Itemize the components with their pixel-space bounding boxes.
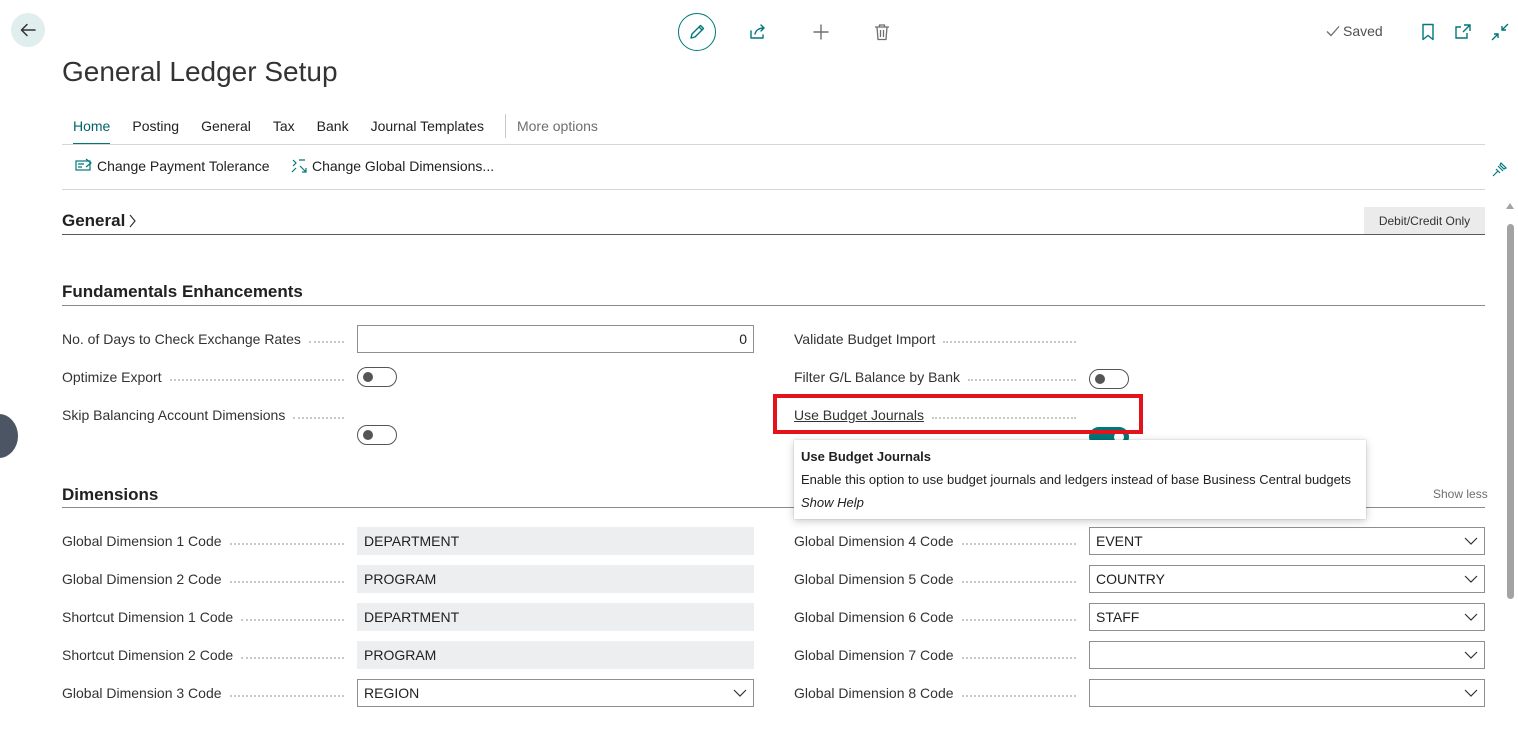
collapse-button[interactable] (1488, 20, 1512, 44)
page-title: General Ledger Setup (62, 56, 338, 87)
field-label: Optimize Export (62, 368, 350, 386)
global-dimension-3-select[interactable]: REGION (357, 679, 754, 707)
field-label: Global Dimension 7 Code (794, 646, 1082, 664)
tabs-divider (62, 144, 1485, 145)
global-dimension-6-select[interactable]: STAFF (1089, 603, 1485, 631)
open-new-window-button[interactable] (1451, 20, 1475, 44)
change-payment-tolerance-label: Change Payment Tolerance (97, 158, 270, 174)
field-label: Global Dimension 2 Code (62, 570, 350, 588)
tab-tax[interactable]: Tax (262, 116, 306, 142)
change-global-dimensions-label: Change Global Dimensions... (312, 158, 495, 174)
highlight-box (773, 394, 1143, 434)
field-label: No. of Days to Check Exchange Rates (62, 330, 350, 348)
pencil-icon (688, 23, 706, 41)
global-dimension-2-field: PROGRAM (357, 565, 754, 593)
open-in-new-window-icon (1454, 23, 1472, 41)
change-payment-tolerance-action[interactable]: Change Payment Tolerance (75, 158, 270, 174)
fundamentals-section-title: Fundamentals Enhancements (62, 282, 303, 301)
shortcut-dimension-1-field: DEPARTMENT (357, 603, 754, 631)
side-panel-handle[interactable] (0, 414, 18, 458)
tab-journal-templates[interactable]: Journal Templates (360, 116, 495, 142)
checkmark-icon (1326, 25, 1340, 37)
general-section-header[interactable]: General (62, 211, 137, 231)
global-dimension-5-select[interactable]: COUNTRY (1089, 565, 1485, 593)
global-dimension-1-field: DEPARTMENT (357, 527, 754, 555)
payment-tolerance-icon (75, 158, 93, 174)
field-label: Filter G/L Balance by Bank (794, 368, 1082, 386)
validate-budget-import-toggle[interactable] (1089, 369, 1129, 389)
chevron-down-icon (1464, 651, 1478, 659)
show-less-link[interactable]: Show less (1433, 487, 1488, 501)
change-global-dimensions-action[interactable]: Change Global Dimensions... (290, 158, 494, 174)
field-label: Global Dimension 5 Code (794, 570, 1082, 588)
field-label: Validate Budget Import (794, 330, 1082, 348)
tooltip-description: Enable this option to use budget journal… (801, 472, 1351, 487)
global-dimension-7-select[interactable] (1089, 641, 1485, 669)
fundamentals-section-line (62, 305, 1485, 306)
vertical-scrollbar[interactable] (1507, 224, 1514, 599)
field-label: Global Dimension 3 Code (62, 684, 350, 702)
edit-button[interactable] (678, 13, 716, 51)
show-help-link[interactable]: Show Help (801, 495, 1359, 510)
field-label: Shortcut Dimension 2 Code (62, 646, 350, 664)
chevron-down-icon (1464, 689, 1478, 697)
dimensions-icon (290, 158, 308, 174)
general-section-line (62, 234, 1485, 235)
tab-home[interactable]: Home (62, 116, 121, 145)
back-button[interactable] (11, 13, 45, 47)
bookmark-icon (1421, 23, 1435, 41)
collapse-icon (1491, 23, 1509, 41)
more-options-tab[interactable]: More options (516, 116, 609, 142)
chevron-down-icon (733, 689, 747, 697)
global-dimension-8-select[interactable] (1089, 679, 1485, 707)
field-label: Shortcut Dimension 1 Code (62, 608, 350, 626)
actions-divider (62, 189, 1485, 190)
chevron-down-icon (1464, 575, 1478, 583)
chevron-down-icon (1464, 613, 1478, 621)
tab-bank[interactable]: Bank (306, 116, 360, 142)
field-label: Skip Balancing Account Dimensions (62, 406, 350, 424)
field-label: Global Dimension 6 Code (794, 608, 1082, 626)
bookmark-button[interactable] (1416, 20, 1440, 44)
days-check-exchange-rates-input[interactable]: 0 (357, 325, 754, 353)
arrow-left-icon (19, 21, 37, 39)
field-label: Global Dimension 8 Code (794, 684, 1082, 702)
tab-divider (504, 114, 506, 138)
general-section-title: General (62, 211, 126, 230)
scroll-up-arrow[interactable] (1506, 203, 1514, 209)
dimensions-section-title: Dimensions (62, 485, 159, 504)
saved-label: Saved (1343, 23, 1383, 39)
shortcut-dimension-2-field: PROGRAM (357, 641, 754, 669)
tab-general[interactable]: General (190, 116, 262, 142)
debit-credit-badge: Debit/Credit Only (1364, 207, 1485, 234)
pin-icon (1492, 161, 1508, 177)
saved-status: Saved (1326, 23, 1383, 39)
trash-icon (874, 23, 890, 41)
plus-icon (812, 23, 830, 41)
share-button[interactable] (746, 20, 770, 44)
chevron-down-icon (1464, 537, 1478, 545)
tab-posting[interactable]: Posting (121, 116, 190, 142)
share-icon (749, 23, 767, 41)
field-label: Global Dimension 4 Code (794, 532, 1082, 550)
new-button[interactable] (809, 20, 833, 44)
global-dimension-4-select[interactable]: EVENT (1089, 527, 1485, 555)
action-tabs: Home Posting General Tax Bank Journal Te… (62, 114, 609, 145)
pin-action-bar-button[interactable] (1488, 157, 1512, 181)
delete-button[interactable] (870, 20, 894, 44)
use-budget-journals-tooltip: Use Budget Journals Enable this option t… (794, 440, 1366, 519)
tooltip-title: Use Budget Journals (801, 449, 932, 464)
skip-balancing-account-dimensions-toggle[interactable] (357, 425, 397, 445)
chevron-right-icon (128, 213, 137, 229)
field-label: Global Dimension 1 Code (62, 532, 350, 550)
optimize-export-toggle[interactable] (357, 367, 397, 387)
